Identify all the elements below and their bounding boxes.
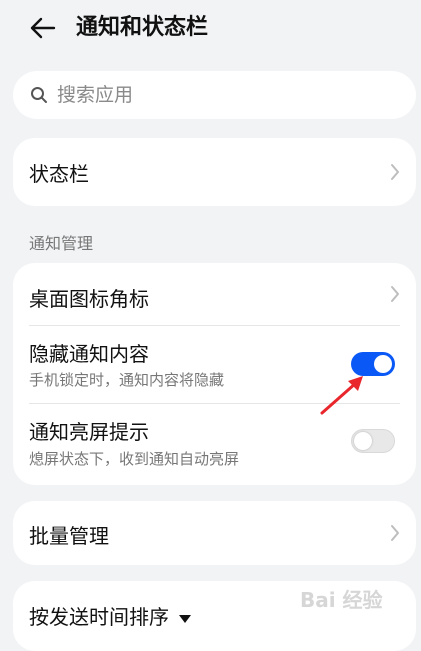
toggle-knob	[374, 355, 392, 373]
list-item-app-icon-badges[interactable]: 桌面图标角标	[13, 263, 416, 325]
sort-dropdown[interactable]: 按发送时间排序	[29, 601, 191, 630]
annotation-arrow-icon	[320, 376, 363, 415]
list-item-label: 桌面图标角标	[29, 287, 149, 311]
wake-screen-toggle[interactable]	[351, 429, 395, 453]
back-arrow-icon	[30, 17, 56, 39]
dropdown-arrow-icon	[179, 614, 191, 623]
toggle-knob	[354, 432, 372, 450]
section-label-notification-management: 通知管理	[29, 234, 94, 253]
search-bar[interactable]	[13, 71, 416, 119]
chevron-right-icon	[391, 525, 399, 541]
status-bar-label: 状态栏	[29, 162, 89, 186]
search-icon	[31, 87, 47, 103]
back-button[interactable]	[22, 12, 62, 44]
watermark: Bai 经验	[300, 588, 383, 612]
list-item-label: 隐藏通知内容	[29, 342, 149, 366]
search-input[interactable]	[57, 79, 397, 111]
batch-management-label: 批量管理	[29, 524, 109, 548]
app-header: 通知和状态栏	[0, 0, 421, 56]
batch-management-card[interactable]: 批量管理	[13, 501, 416, 565]
page-title: 通知和状态栏	[76, 15, 209, 40]
chevron-right-icon	[391, 286, 399, 302]
list-item-description: 手机锁定时，通知内容将隐藏	[29, 371, 225, 389]
status-bar-card[interactable]: 状态栏	[13, 138, 416, 206]
list-item-label: 通知亮屏提示	[29, 420, 149, 444]
sort-label: 按发送时间排序	[29, 605, 169, 629]
chevron-right-icon	[391, 164, 399, 180]
list-item-description: 熄屏状态下，收到通知自动亮屏	[29, 450, 240, 468]
